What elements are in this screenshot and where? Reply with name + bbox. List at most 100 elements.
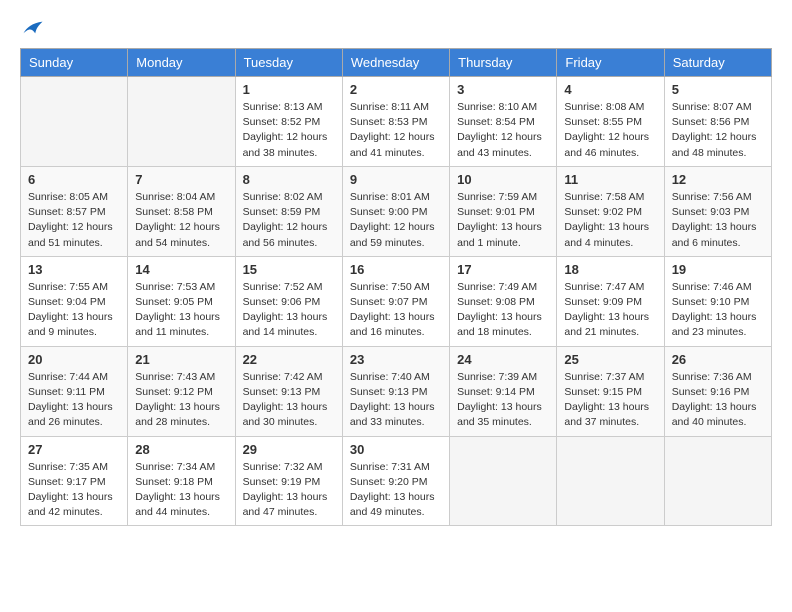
calendar-day-cell: 8 Sunrise: 8:02 AM Sunset: 8:59 PM Daylig… (235, 166, 342, 256)
logo (20, 20, 44, 38)
calendar-day-cell: 15 Sunrise: 7:52 AM Sunset: 9:06 PM Dayli… (235, 256, 342, 346)
calendar-week-row: 6 Sunrise: 8:05 AM Sunset: 8:57 PM Daylig… (21, 166, 772, 256)
calendar-week-row: 1 Sunrise: 8:13 AM Sunset: 8:52 PM Daylig… (21, 77, 772, 167)
day-number: 23 (350, 352, 442, 367)
calendar-week-row: 13 Sunrise: 7:55 AM Sunset: 9:04 PM Dayli… (21, 256, 772, 346)
day-info: Sunrise: 8:05 AM Sunset: 8:57 PM Dayligh… (28, 190, 120, 251)
day-number: 28 (135, 442, 227, 457)
calendar-day-cell (21, 77, 128, 167)
calendar-day-cell: 16 Sunrise: 7:50 AM Sunset: 9:07 PM Dayli… (342, 256, 449, 346)
calendar-day-cell: 1 Sunrise: 8:13 AM Sunset: 8:52 PM Daylig… (235, 77, 342, 167)
day-info: Sunrise: 7:43 AM Sunset: 9:12 PM Dayligh… (135, 370, 227, 431)
day-number: 11 (564, 172, 656, 187)
calendar-day-cell: 26 Sunrise: 7:36 AM Sunset: 9:16 PM Dayli… (664, 346, 771, 436)
calendar-day-cell: 28Sunrise: 7:34 AM Sunset: 9:18 PM Dayli… (128, 436, 235, 526)
day-info: Sunrise: 7:52 AM Sunset: 9:06 PM Dayligh… (243, 280, 335, 341)
logo-bird-icon (22, 20, 44, 38)
day-number: 30 (350, 442, 442, 457)
day-number: 10 (457, 172, 549, 187)
day-number: 27 (28, 442, 120, 457)
day-info: Sunrise: 7:37 AM Sunset: 9:15 PM Dayligh… (564, 370, 656, 431)
weekday-header: Sunday (21, 49, 128, 77)
day-info: Sunrise: 8:10 AM Sunset: 8:54 PM Dayligh… (457, 100, 549, 161)
calendar-day-cell: 2Sunrise: 8:11 AM Sunset: 8:53 PM Daylig… (342, 77, 449, 167)
day-info: Sunrise: 7:31 AM Sunset: 9:20 PM Dayligh… (350, 460, 442, 521)
day-number: 16 (350, 262, 442, 277)
day-info: Sunrise: 7:56 AM Sunset: 9:03 PM Dayligh… (672, 190, 764, 251)
day-info: Sunrise: 8:07 AM Sunset: 8:56 PM Dayligh… (672, 100, 764, 161)
weekday-header: Thursday (450, 49, 557, 77)
weekday-header: Friday (557, 49, 664, 77)
day-number: 29 (243, 442, 335, 457)
calendar-day-cell: 30 Sunrise: 7:31 AM Sunset: 9:20 PM Dayli… (342, 436, 449, 526)
day-info: Sunrise: 7:32 AM Sunset: 9:19 PM Dayligh… (243, 460, 335, 521)
day-info: Sunrise: 7:53 AM Sunset: 9:05 PM Dayligh… (135, 280, 227, 341)
calendar-day-cell (664, 436, 771, 526)
calendar-day-cell: 6 Sunrise: 8:05 AM Sunset: 8:57 PM Daylig… (21, 166, 128, 256)
day-number: 24 (457, 352, 549, 367)
calendar-day-cell: 11Sunrise: 7:58 AM Sunset: 9:02 PM Dayli… (557, 166, 664, 256)
day-info: Sunrise: 8:01 AM Sunset: 9:00 PM Dayligh… (350, 190, 442, 251)
calendar-day-cell: 3 Sunrise: 8:10 AM Sunset: 8:54 PM Daylig… (450, 77, 557, 167)
day-number: 3 (457, 82, 549, 97)
calendar-day-cell: 24 Sunrise: 7:39 AM Sunset: 9:14 PM Dayli… (450, 346, 557, 436)
calendar-day-cell: 25Sunrise: 7:37 AM Sunset: 9:15 PM Dayli… (557, 346, 664, 436)
calendar-table: SundayMondayTuesdayWednesdayThursdayFrid… (20, 48, 772, 526)
calendar-day-cell: 21 Sunrise: 7:43 AM Sunset: 9:12 PM Dayli… (128, 346, 235, 436)
day-info: Sunrise: 7:50 AM Sunset: 9:07 PM Dayligh… (350, 280, 442, 341)
day-number: 22 (243, 352, 335, 367)
calendar-day-cell: 17 Sunrise: 7:49 AM Sunset: 9:08 PM Dayli… (450, 256, 557, 346)
weekday-header-row: SundayMondayTuesdayWednesdayThursdayFrid… (21, 49, 772, 77)
day-number: 20 (28, 352, 120, 367)
day-info: Sunrise: 7:46 AM Sunset: 9:10 PM Dayligh… (672, 280, 764, 341)
calendar-day-cell: 27Sunrise: 7:35 AM Sunset: 9:17 PM Dayli… (21, 436, 128, 526)
calendar-week-row: 20 Sunrise: 7:44 AM Sunset: 9:11 PM Dayli… (21, 346, 772, 436)
weekday-header: Saturday (664, 49, 771, 77)
calendar-day-cell: 13 Sunrise: 7:55 AM Sunset: 9:04 PM Dayli… (21, 256, 128, 346)
day-info: Sunrise: 7:44 AM Sunset: 9:11 PM Dayligh… (28, 370, 120, 431)
day-info: Sunrise: 7:47 AM Sunset: 9:09 PM Dayligh… (564, 280, 656, 341)
day-info: Sunrise: 8:02 AM Sunset: 8:59 PM Dayligh… (243, 190, 335, 251)
calendar-day-cell: 4Sunrise: 8:08 AM Sunset: 8:55 PM Daylig… (557, 77, 664, 167)
day-number: 19 (672, 262, 764, 277)
weekday-header: Wednesday (342, 49, 449, 77)
calendar-day-cell: 7 Sunrise: 8:04 AM Sunset: 8:58 PM Daylig… (128, 166, 235, 256)
day-info: Sunrise: 7:39 AM Sunset: 9:14 PM Dayligh… (457, 370, 549, 431)
day-number: 15 (243, 262, 335, 277)
day-number: 26 (672, 352, 764, 367)
day-info: Sunrise: 8:08 AM Sunset: 8:55 PM Dayligh… (564, 100, 656, 161)
day-info: Sunrise: 7:55 AM Sunset: 9:04 PM Dayligh… (28, 280, 120, 341)
day-number: 17 (457, 262, 549, 277)
day-info: Sunrise: 8:04 AM Sunset: 8:58 PM Dayligh… (135, 190, 227, 251)
day-info: Sunrise: 7:42 AM Sunset: 9:13 PM Dayligh… (243, 370, 335, 431)
day-number: 14 (135, 262, 227, 277)
calendar-day-cell: 19 Sunrise: 7:46 AM Sunset: 9:10 PM Dayli… (664, 256, 771, 346)
day-number: 7 (135, 172, 227, 187)
header (20, 20, 772, 38)
calendar-day-cell: 9 Sunrise: 8:01 AM Sunset: 9:00 PM Daylig… (342, 166, 449, 256)
weekday-header: Tuesday (235, 49, 342, 77)
day-number: 8 (243, 172, 335, 187)
day-info: Sunrise: 7:36 AM Sunset: 9:16 PM Dayligh… (672, 370, 764, 431)
calendar-day-cell: 14 Sunrise: 7:53 AM Sunset: 9:05 PM Dayli… (128, 256, 235, 346)
calendar-day-cell (128, 77, 235, 167)
day-info: Sunrise: 8:13 AM Sunset: 8:52 PM Dayligh… (243, 100, 335, 161)
calendar-day-cell: 18 Sunrise: 7:47 AM Sunset: 9:09 PM Dayli… (557, 256, 664, 346)
day-number: 13 (28, 262, 120, 277)
day-info: Sunrise: 7:49 AM Sunset: 9:08 PM Dayligh… (457, 280, 549, 341)
day-number: 21 (135, 352, 227, 367)
day-number: 18 (564, 262, 656, 277)
day-number: 6 (28, 172, 120, 187)
day-number: 9 (350, 172, 442, 187)
day-number: 1 (243, 82, 335, 97)
day-number: 12 (672, 172, 764, 187)
day-info: Sunrise: 7:40 AM Sunset: 9:13 PM Dayligh… (350, 370, 442, 431)
calendar-day-cell (557, 436, 664, 526)
calendar-day-cell: 20 Sunrise: 7:44 AM Sunset: 9:11 PM Dayli… (21, 346, 128, 436)
calendar-day-cell: 23 Sunrise: 7:40 AM Sunset: 9:13 PM Dayli… (342, 346, 449, 436)
day-info: Sunrise: 8:11 AM Sunset: 8:53 PM Dayligh… (350, 100, 442, 161)
calendar-day-cell (450, 436, 557, 526)
weekday-header: Monday (128, 49, 235, 77)
calendar-day-cell: 10 Sunrise: 7:59 AM Sunset: 9:01 PM Dayli… (450, 166, 557, 256)
day-info: Sunrise: 7:59 AM Sunset: 9:01 PM Dayligh… (457, 190, 549, 251)
